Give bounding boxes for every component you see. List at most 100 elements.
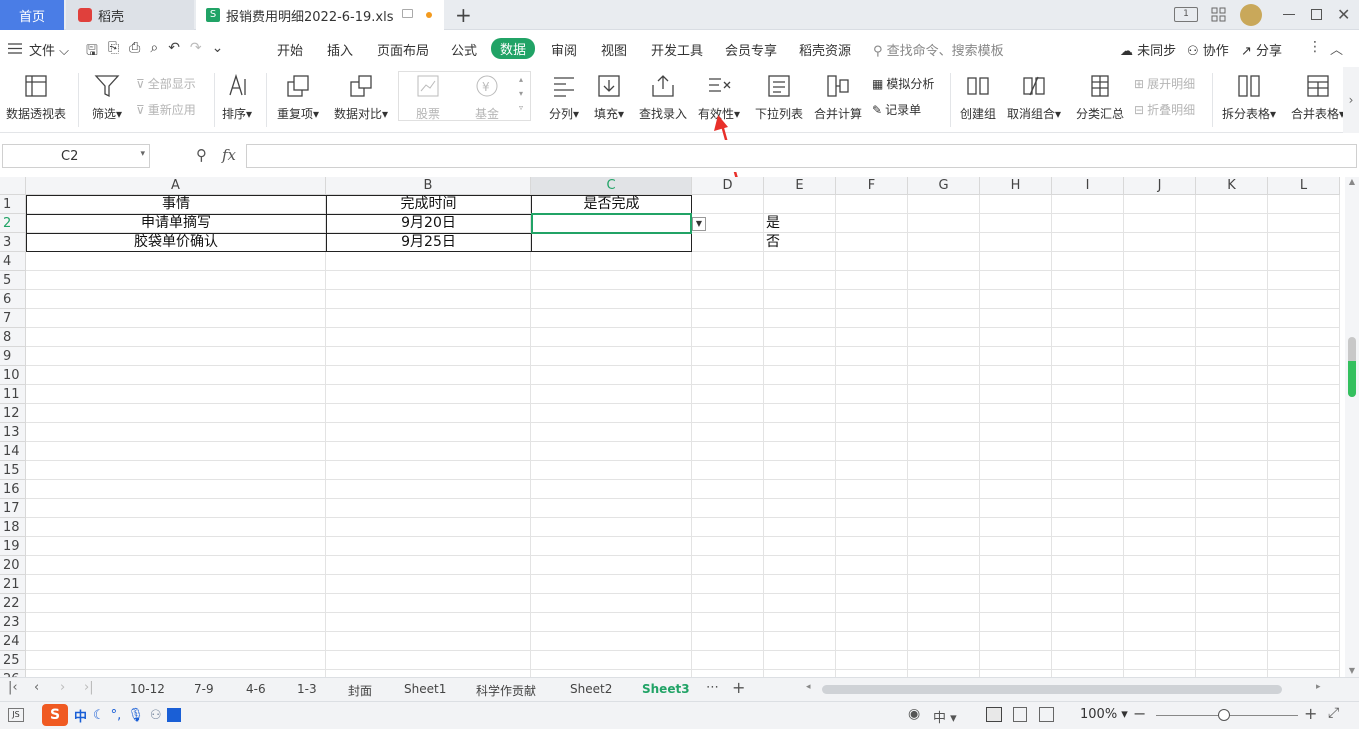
close-icon[interactable]: ✕ [1337,5,1350,24]
more-sheets-icon[interactable]: ⋯ [706,680,719,695]
microphone-icon[interactable]: 🎙 [127,708,144,723]
data-compare-button[interactable]: 数据对比▾ [334,71,388,122]
row-header-24[interactable]: 24 [0,632,26,651]
simulate-analysis-button[interactable]: ▦ 模拟分析 [872,75,934,92]
page-break-view-icon[interactable] [1039,707,1054,722]
column-header-a[interactable]: A [26,177,326,195]
collapse-detail-button[interactable]: ⊟ 折叠明细 [1134,101,1195,118]
page-layout-view-icon[interactable] [1013,707,1027,722]
select-all-corner[interactable] [0,177,26,195]
scroll-down-icon[interactable]: ▼ [1345,666,1359,675]
split-column-button[interactable]: 分列▾ [549,71,579,122]
restore-icon[interactable] [1311,9,1322,20]
tab-document[interactable]: S 报销费用明细2022-6-19.xls [196,0,444,30]
row-header-25[interactable]: 25 [0,651,26,670]
column-header-i[interactable]: I [1052,177,1124,195]
share-button[interactable]: ↗ 分享 [1241,40,1282,59]
user-avatar[interactable] [1240,4,1262,26]
row-header-7[interactable]: 7 [0,309,26,328]
row-header-14[interactable]: 14 [0,442,26,461]
more-icon[interactable]: ⋮ [1308,39,1322,55]
fund-button[interactable]: ¥ 基金 [475,71,499,122]
menu-item-review[interactable]: 审阅 [551,40,577,59]
command-search[interactable]: ⚲ 查找命令、搜索模板 [873,40,1004,59]
scroll-thumb[interactable] [1348,337,1356,397]
scroll-left-icon[interactable]: ◂ [806,682,811,692]
zoom-out-icon[interactable]: − [1133,704,1146,723]
menu-item-dev-tools[interactable]: 开发工具 [651,40,703,59]
column-header-g[interactable]: G [908,177,980,195]
punctuation-icon[interactable]: °, [111,708,122,723]
row-header-13[interactable]: 13 [0,423,26,442]
create-group-button[interactable]: 创建组 [960,71,996,122]
sheet-tab-1[interactable]: 7-9 [194,682,214,696]
new-tab-button[interactable]: + [455,3,472,27]
row-header-10[interactable]: 10 [0,366,26,385]
menu-item-member[interactable]: 会员专享 [725,40,777,59]
scroll-right-icon[interactable]: ▸ [1316,682,1321,692]
horizontal-scrollbar[interactable]: ◂ ▸ [792,682,1332,696]
tab-daoke[interactable]: 稻壳 [66,0,194,30]
column-header-c[interactable]: C [531,177,692,195]
tab-home[interactable]: 首页 [0,0,64,30]
menu-file[interactable]: 文件 ⌵ [29,40,69,59]
print-icon[interactable]: ⎙ [129,40,140,64]
save-icon[interactable]: 🖫 [86,40,98,64]
sheet-tab-4[interactable]: 封面 [348,682,372,699]
zoom-level[interactable]: 100% ▾ [1080,707,1128,722]
dropdown-list-button[interactable]: 下拉列表 [755,71,803,122]
customize-icon[interactable]: ⌄ [212,40,224,64]
column-header-k[interactable]: K [1196,177,1268,195]
layout-icon[interactable]: 1 [1174,7,1198,22]
normal-view-icon[interactable] [986,707,1002,722]
collapse-ribbon-icon[interactable]: ︿ [1330,39,1343,58]
sheet-tab-2[interactable]: 4-6 [246,682,266,696]
row-header-15[interactable]: 15 [0,461,26,480]
print-preview-icon[interactable]: ⌕ [150,40,158,64]
row-header-17[interactable]: 17 [0,499,26,518]
row-header-2[interactable]: 2 [0,214,26,233]
zoom-in-icon[interactable]: + [1304,704,1317,723]
gallery-scroll-icon[interactable]: ▴ ▾ ▿ [519,73,523,115]
row-header-9[interactable]: 9 [0,347,26,366]
column-header-b[interactable]: B [326,177,531,195]
lookup-entry-button[interactable]: 查找录入 [639,71,687,122]
column-header-l[interactable]: L [1268,177,1340,195]
ime-toolbar[interactable]: S 中 ☾ °, 🎙 ⚇ [42,704,182,726]
row-header-5[interactable]: 5 [0,271,26,290]
menu-item-insert[interactable]: 插入 [327,40,353,59]
cell-e3[interactable]: 否 [764,233,836,252]
fx-icon[interactable]: fx [222,146,236,164]
row-header-4[interactable]: 4 [0,252,26,271]
last-sheet-icon[interactable]: ›| [84,680,94,695]
reapply-button[interactable]: ⊽ 重新应用 [136,101,196,118]
hamburger-icon[interactable] [8,43,22,54]
sheet-tab-7[interactable]: Sheet2 [570,682,612,696]
row-header-19[interactable]: 19 [0,537,26,556]
cell-e2[interactable]: 是 [764,214,836,233]
stock-button[interactable]: 股票 [416,71,440,122]
export-icon[interactable]: ⎘ [108,40,119,64]
sort-button[interactable]: 排序▾ [222,71,252,122]
row-header-6[interactable]: 6 [0,290,26,309]
ime-chinese-mode[interactable]: 中 [74,706,87,725]
ribbon-scroll-right-icon[interactable]: › [1343,67,1359,133]
zoom-formula-icon[interactable]: ⚲ [196,146,207,164]
column-header-f[interactable]: F [836,177,908,195]
next-sheet-icon[interactable]: › [60,680,65,695]
sheet-tab-0[interactable]: 10-12 [130,682,165,696]
row-header-11[interactable]: 11 [0,385,26,404]
scroll-up-icon[interactable]: ▲ [1345,177,1359,186]
undo-icon[interactable]: ↶ [168,40,180,64]
fullscreen-icon[interactable]: ⤢ [1328,705,1339,721]
duplicates-button[interactable]: 重复项▾ [277,71,319,122]
row-header-20[interactable]: 20 [0,556,26,575]
menu-item-view[interactable]: 视图 [601,40,627,59]
record-form-button[interactable]: ✎ 记录单 [872,101,921,118]
show-all-button[interactable]: ⊽ 全部显示 [136,75,196,92]
row-header-1[interactable]: 1 [0,195,26,214]
sheet-tab-6[interactable]: 科学作贡献 [476,682,536,699]
column-header-d[interactable]: D [692,177,764,195]
row-header-3[interactable]: 3 [0,233,26,252]
row-header-18[interactable]: 18 [0,518,26,537]
